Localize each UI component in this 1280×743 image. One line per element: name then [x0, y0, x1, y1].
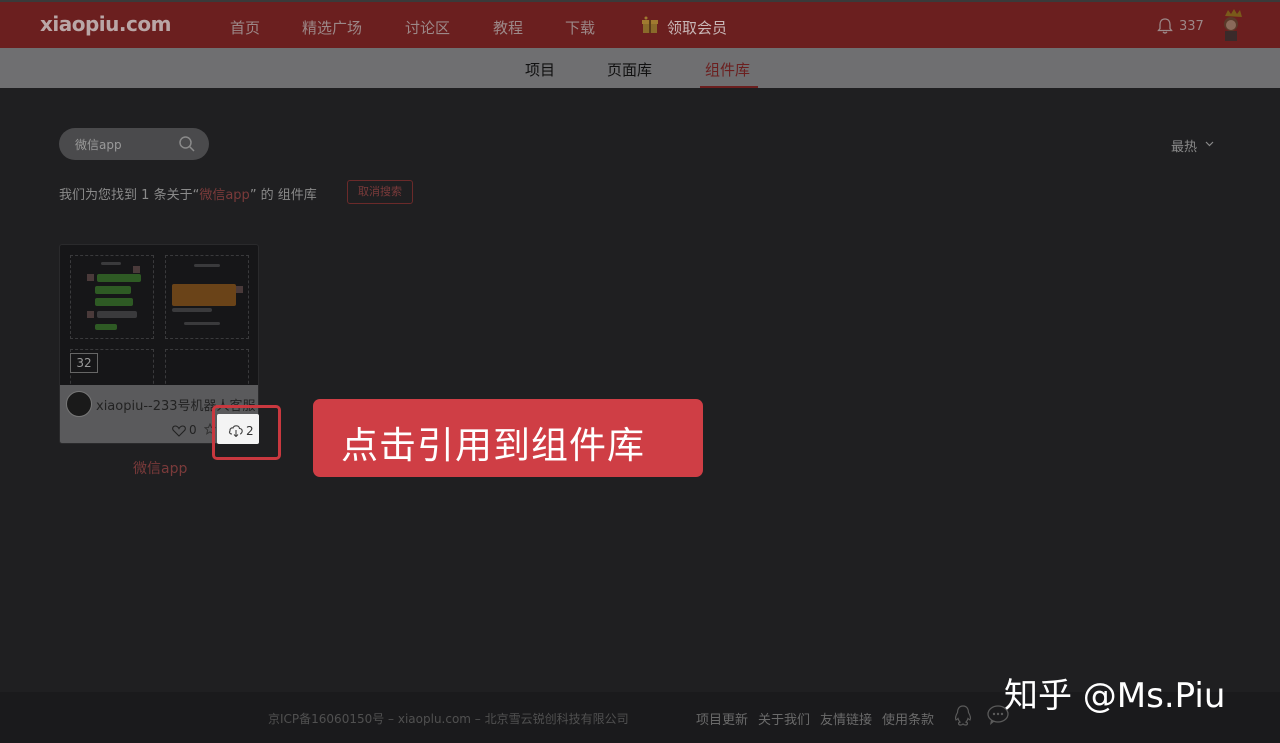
search-input[interactable]: 微信app: [59, 128, 209, 160]
sort-dropdown[interactable]: 最热: [1171, 136, 1197, 155]
card-number-badge: 32: [70, 353, 98, 373]
qq-icon[interactable]: [953, 704, 973, 728]
sub-nav: 项目 页面库 组件库: [0, 48, 1280, 88]
footer-link-about[interactable]: 关于我们: [758, 709, 810, 728]
nav-vip[interactable]: 领取会员: [667, 17, 727, 38]
result-keyword: 微信app: [199, 188, 250, 203]
result-suffix: ” 的 组件库: [249, 188, 317, 203]
preview-bubble: [97, 274, 141, 282]
preview-line: [184, 322, 220, 325]
preview-bubble: [95, 286, 131, 294]
footer-icp: 京ICP备16060150号 – xiaoplu.com – 北京雪云锐创科技有…: [268, 712, 629, 726]
avatar[interactable]: [1216, 8, 1246, 42]
tab-page-library[interactable]: 页面库: [607, 59, 652, 80]
result-summary: 我们为您找到 1 条关于“微信app” 的 组件库: [59, 184, 317, 203]
preview-avatar: [87, 311, 94, 318]
preview-card: [172, 284, 236, 306]
tab-component-library[interactable]: 组件库: [705, 59, 750, 80]
footer-link-friends[interactable]: 友情链接: [820, 709, 872, 728]
top-nav-bar: xiaopiu.com 首页 精选广场 讨论区 教程 下载 领取会员 337: [0, 0, 1280, 48]
preview-line: [194, 264, 220, 267]
tab-projects[interactable]: 项目: [525, 59, 555, 80]
nav-download[interactable]: 下载: [565, 17, 595, 38]
nav-featured[interactable]: 精选广场: [302, 17, 362, 38]
callout-annotation: 点击引用到组件库: [313, 399, 703, 477]
preview-avatar: [133, 266, 140, 273]
cancel-search-button[interactable]: 取消搜索: [347, 180, 413, 204]
preview-avatar: [87, 274, 94, 281]
heart-icon[interactable]: [172, 425, 186, 437]
search-icon[interactable]: [178, 135, 196, 153]
gift-icon[interactable]: [640, 15, 660, 35]
preview-bubble: [95, 324, 117, 330]
result-prefix: 我们为您找到: [59, 188, 138, 203]
watermark: 知乎 @Ms.Piu: [1004, 676, 1226, 716]
bell-icon[interactable]: [1156, 17, 1174, 35]
card-author-avatar: [66, 391, 92, 417]
result-count: 1: [141, 188, 150, 203]
footer-link-updates[interactable]: 项目更新: [696, 709, 748, 728]
nav-home[interactable]: 首页: [230, 17, 260, 38]
preview-panel: [165, 255, 249, 339]
preview-avatar: [236, 286, 243, 293]
footer-link-terms[interactable]: 使用条款: [882, 709, 934, 728]
chevron-down-icon[interactable]: [1205, 139, 1214, 148]
logo[interactable]: xiaopiu.com: [40, 12, 171, 36]
preview-bubble: [95, 298, 133, 306]
result-mid: 条关于“: [153, 188, 200, 203]
card-label[interactable]: 微信app: [133, 458, 187, 478]
nav-discussion[interactable]: 讨论区: [405, 17, 450, 38]
notification-count: 337: [1179, 19, 1204, 34]
preview-bubble: [97, 311, 137, 318]
highlight-box: [212, 405, 281, 460]
preview-line: [101, 262, 121, 265]
active-tab-indicator: [700, 86, 758, 88]
search-value: 微信app: [75, 138, 122, 152]
nav-tutorial[interactable]: 教程: [493, 17, 523, 38]
like-count: 0: [189, 423, 197, 437]
preview-panel: [70, 255, 154, 339]
preview-line: [172, 308, 212, 312]
preview-panel: [165, 349, 249, 389]
callout-text: 点击引用到组件库: [341, 424, 645, 467]
